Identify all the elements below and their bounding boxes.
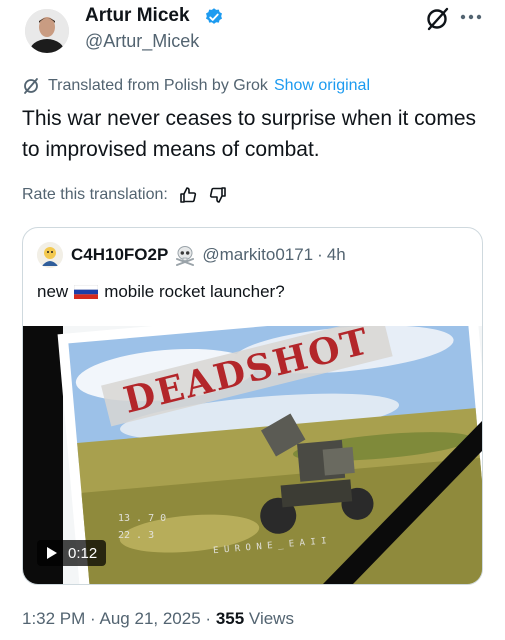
quote-text: new mobile rocket launcher? [37,282,285,302]
tweet-meta: 1:32 PM · Aug 21, 2025 · 355 Views [22,609,294,629]
post-date[interactable]: Aug 21, 2025 [100,609,201,628]
tweet-header: Artur Micek @Artur_Micek [0,0,505,64]
translation-label: Translated from Polish by Grok [48,77,268,94]
rate-translation: Rate this translation: [22,185,228,205]
quote-author-name[interactable]: C4H10FO2P [71,245,168,265]
meta-separator: · [205,609,212,628]
views-count[interactable]: 355 [216,609,244,628]
svg-text:22 . 3: 22 . 3 [118,530,154,541]
grok-icon [24,78,38,94]
play-icon[interactable] [46,546,58,560]
author-avatar[interactable] [25,9,69,53]
quote-avatar[interactable] [37,242,63,268]
quote-time[interactable]: 4h [327,245,346,265]
thumbs-down-icon[interactable] [208,185,228,205]
video-duration-badge[interactable]: 0:12 [37,540,107,566]
quote-header: C4H10FO2P @markito0171 · 4h [37,242,346,268]
video-player[interactable]: DEADSHOT 13 . 7 0 22 . 3 E U R O N E _ E… [23,326,482,584]
thumbs-up-icon[interactable] [178,185,198,205]
quoted-tweet[interactable]: C4H10FO2P @markito0171 · 4h new mobile r… [22,227,483,585]
author-handle[interactable]: @Artur_Micek [85,31,199,52]
views-label: Views [248,609,294,628]
show-original-link[interactable]: Show original [274,77,370,95]
translation-note: Translated from Polish by Grok Show orig… [22,77,370,95]
quote-text-after: mobile rocket launcher? [104,282,285,301]
meta-separator: · [90,609,96,628]
author-name[interactable]: Artur Micek [85,5,190,27]
video-duration: 0:12 [68,544,98,562]
russian-flag-icon [74,285,99,299]
skull-crossbones-icon [176,246,195,266]
rate-label: Rate this translation: [22,186,168,203]
more-icon[interactable] [458,8,484,28]
grok-icon[interactable] [424,6,450,32]
quote-separator: · [317,245,323,264]
quote-author-handle[interactable]: @markito0171 [202,245,313,265]
post-time[interactable]: 1:32 PM [22,609,85,628]
svg-text:13 . 7 0: 13 . 7 0 [118,513,166,524]
quote-text-before: new [37,282,69,301]
verified-badge-icon [206,8,222,24]
tweet-text: This war never ceases to surprise when i… [22,107,477,161]
